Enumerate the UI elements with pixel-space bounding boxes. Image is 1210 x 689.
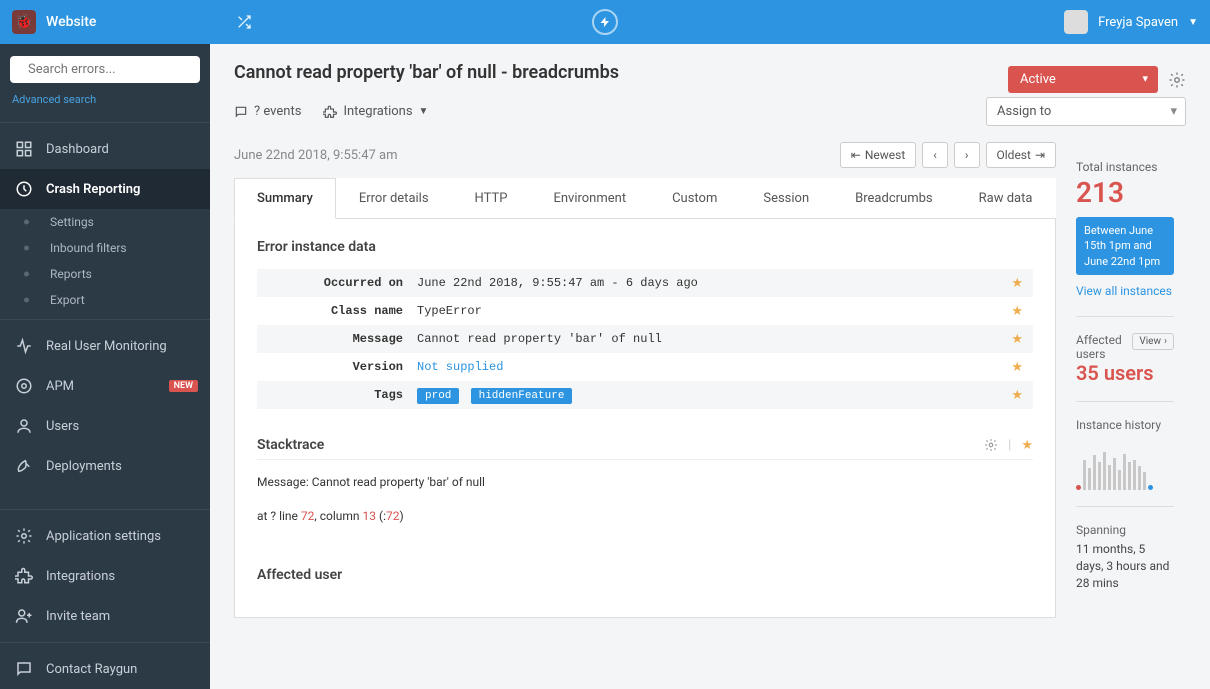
stacktrace-title: Stacktrace <box>257 437 324 453</box>
search-input[interactable] <box>10 56 200 83</box>
settings-gear-icon[interactable] <box>1168 71 1186 89</box>
right-column: Total instances 213 Between June 15th 1p… <box>1076 142 1186 618</box>
affected-user-title: Affected user <box>257 567 1033 583</box>
topbar: 🐞 Website Freyja Spaven ▼ <box>0 0 1210 44</box>
nav-deployments[interactable]: Deployments <box>0 446 210 486</box>
tab-raw[interactable]: Raw data <box>956 178 1056 218</box>
total-instances-label: Total instances <box>1076 160 1174 174</box>
date-range-box[interactable]: Between June 15th 1pm and June 22nd 1pm <box>1076 217 1174 275</box>
nav-invite[interactable]: Invite team <box>0 596 210 636</box>
row-message: Message Cannot read property 'bar' of nu… <box>257 325 1033 353</box>
app-icon: 🐞 <box>12 10 36 34</box>
pulse-icon <box>14 336 34 356</box>
view-users-button[interactable]: View› <box>1132 333 1174 350</box>
nav-app-settings[interactable]: Application settings <box>0 516 210 556</box>
user-name[interactable]: Freyja Spaven <box>1098 15 1178 30</box>
tab-custom[interactable]: Custom <box>649 178 740 218</box>
instance-history-label: Instance history <box>1076 418 1174 432</box>
events-link[interactable]: ? events <box>234 104 301 119</box>
users-icon <box>14 416 34 436</box>
puzzle-icon <box>14 566 34 586</box>
star-icon[interactable]: ★ <box>1011 304 1023 319</box>
view-all-instances-link[interactable]: View all instances <box>1076 283 1174 300</box>
rocket-icon <box>14 456 34 476</box>
tag-chip[interactable]: hiddenFeature <box>471 388 573 404</box>
spanning-label: Spanning <box>1076 523 1174 537</box>
instance-section-title: Error instance data <box>257 239 1033 255</box>
nav-apm[interactable]: APM NEW <box>0 366 210 406</box>
nav-dashboard[interactable]: Dashboard <box>0 129 210 169</box>
pager-next[interactable]: › <box>954 142 980 168</box>
pager-newest[interactable]: ⇤Newest <box>840 142 917 168</box>
shuffle-icon[interactable] <box>236 14 252 30</box>
instance-history-sparkline <box>1076 440 1174 490</box>
nav-crash-reporting[interactable]: Crash Reporting <box>0 169 210 209</box>
stack-gear-icon[interactable] <box>984 438 998 453</box>
tag-chip[interactable]: prod <box>417 388 459 404</box>
nav-reports[interactable]: Reports <box>0 261 210 287</box>
assign-dropdown[interactable]: Assign to <box>986 97 1186 126</box>
apm-icon <box>14 376 34 396</box>
pager-prev[interactable]: ‹ <box>922 142 948 168</box>
star-icon[interactable]: ★ <box>1011 388 1023 403</box>
affected-users-label: Affected users <box>1076 333 1126 361</box>
tabs: Summary Error details HTTP Environment C… <box>234 178 1056 219</box>
nav-inbound-filters[interactable]: Inbound filters <box>0 235 210 261</box>
row-tags: Tags prod hiddenFeature ★ <box>257 381 1033 409</box>
comment-icon <box>234 105 248 119</box>
new-badge: NEW <box>169 380 198 392</box>
nav-users[interactable]: Users <box>0 406 210 446</box>
row-class: Class name TypeError ★ <box>257 297 1033 325</box>
nav-integrations[interactable]: Integrations <box>0 556 210 596</box>
tab-breadcrumbs[interactable]: Breadcrumbs <box>832 178 955 218</box>
bolt-icon[interactable] <box>592 9 618 35</box>
star-icon[interactable]: ★ <box>1011 332 1023 347</box>
affected-users-value: 35 users <box>1076 361 1174 385</box>
nav-contact[interactable]: Contact Raygun <box>0 649 210 689</box>
avatar[interactable] <box>1064 10 1088 34</box>
total-instances-value: 213 <box>1076 176 1174 209</box>
row-version: Version Not supplied ★ <box>257 353 1033 381</box>
tab-error-details[interactable]: Error details <box>336 178 452 218</box>
status-dropdown[interactable]: Active <box>1008 66 1158 93</box>
star-icon[interactable]: ★ <box>1011 276 1023 291</box>
sidebar: Advanced search Dashboard Crash Reportin… <box>0 44 210 689</box>
puzzle-icon <box>323 105 337 119</box>
advanced-search-link[interactable]: Advanced search <box>0 89 210 116</box>
star-icon[interactable]: ★ <box>1021 438 1033 453</box>
crash-icon <box>14 179 34 199</box>
page-title: Cannot read property 'bar' of null - bre… <box>234 62 619 83</box>
app-name: Website <box>46 14 96 30</box>
gear-icon <box>14 526 34 546</box>
user-menu-caret[interactable]: ▼ <box>1188 17 1198 28</box>
chat-icon <box>14 659 34 679</box>
tab-session[interactable]: Session <box>740 178 832 218</box>
tab-http[interactable]: HTTP <box>452 178 531 218</box>
stacktrace-body: Message: Cannot read property 'bar' of n… <box>257 472 1033 527</box>
tab-environment[interactable]: Environment <box>530 178 649 218</box>
dashboard-icon <box>14 139 34 159</box>
nav-settings[interactable]: Settings <box>0 209 210 235</box>
nav-export[interactable]: Export <box>0 287 210 313</box>
tab-summary[interactable]: Summary <box>234 178 336 219</box>
row-occurred: Occurred on June 22nd 2018, 9:55:47 am -… <box>257 269 1033 297</box>
spanning-value: 11 months, 5 days, 3 hours and 28 mins <box>1076 541 1174 591</box>
invite-icon <box>14 606 34 626</box>
pager-oldest[interactable]: Oldest⇥ <box>986 142 1057 168</box>
integrations-dropdown[interactable]: Integrations ▼ <box>323 104 428 119</box>
star-icon[interactable]: ★ <box>1011 360 1023 375</box>
timestamp: June 22nd 2018, 9:55:47 am <box>234 148 398 163</box>
nav-rum[interactable]: Real User Monitoring <box>0 326 210 366</box>
